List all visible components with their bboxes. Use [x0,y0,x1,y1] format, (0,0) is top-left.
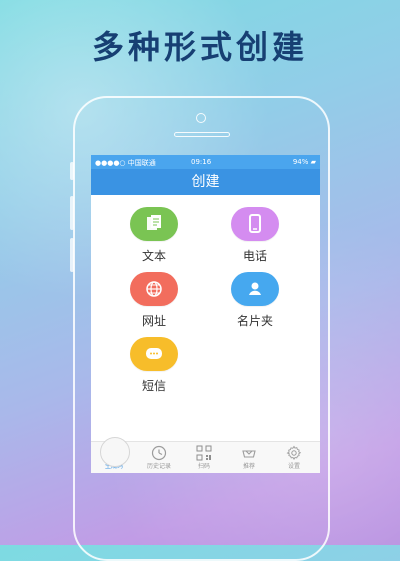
phone-volume-down-button [70,238,74,272]
tab-recommend-label: 推荐 [242,463,255,470]
phone-icon [249,214,261,233]
text-action-button[interactable]: 文本 [126,207,182,264]
qr-code-icon [195,444,213,462]
url-action-button[interactable]: 网址 [126,272,182,329]
page-title: 多种形式创建 [91,28,308,66]
battery-status: 94% ▰ [293,158,316,166]
create-options: 文本 电话 网址 名片夹 短信 [91,195,320,442]
tab-recommend[interactable]: 推荐 [226,442,272,473]
tab-history-label: 历史记录 [146,463,171,470]
document-icon [147,215,161,230]
nav-bar: 创建 [91,169,320,195]
phone-camera-icon [196,113,206,123]
message-icon [146,348,162,359]
person-icon [249,282,261,295]
battery-percent: 94% [292,158,309,166]
sms-action-button[interactable]: 短信 [126,337,182,394]
phone-action-circle [231,207,279,241]
tray-icon [240,444,258,462]
business-card-action-circle [231,272,279,306]
phone-volume-up-button [70,196,74,230]
url-action-circle [130,272,178,306]
clock-icon [150,444,168,462]
nav-title: 创建 [191,174,220,190]
tab-history[interactable]: 历史记录 [136,442,182,473]
sms-action-circle [130,337,178,371]
text-action-label: 文本 [141,249,166,263]
tab-scan[interactable]: 扫码 [181,442,227,473]
phone-action-label: 电话 [242,249,267,263]
gear-icon [285,444,303,462]
phone-speaker [174,132,230,137]
phone-action-button[interactable]: 电话 [227,207,283,264]
status-bar: ●●●●○ 中国联通 09:16 94% ▰ [91,155,320,169]
phone-side-button [70,162,74,180]
business-card-action-button[interactable]: 名片夹 [227,272,283,329]
scan-tab-highlight [100,437,130,467]
carrier-signal: ●●●●○ 中国联通 [95,159,156,167]
status-time: 09:16 [191,158,212,166]
tab-settings[interactable]: 设置 [271,442,317,473]
url-action-label: 网址 [141,314,166,328]
tab-scan-label: 扫码 [197,463,210,470]
app-screen: ●●●●○ 中国联通 09:16 94% ▰ 创建 文本 电话 网址 名片夹 短… [91,155,320,473]
text-action-circle [130,207,178,241]
tab-settings-label: 设置 [287,463,300,470]
battery-icon: ▰ [310,158,316,166]
globe-icon [146,281,162,297]
business-card-action-label: 名片夹 [236,314,273,328]
sms-action-label: 短信 [141,379,166,393]
